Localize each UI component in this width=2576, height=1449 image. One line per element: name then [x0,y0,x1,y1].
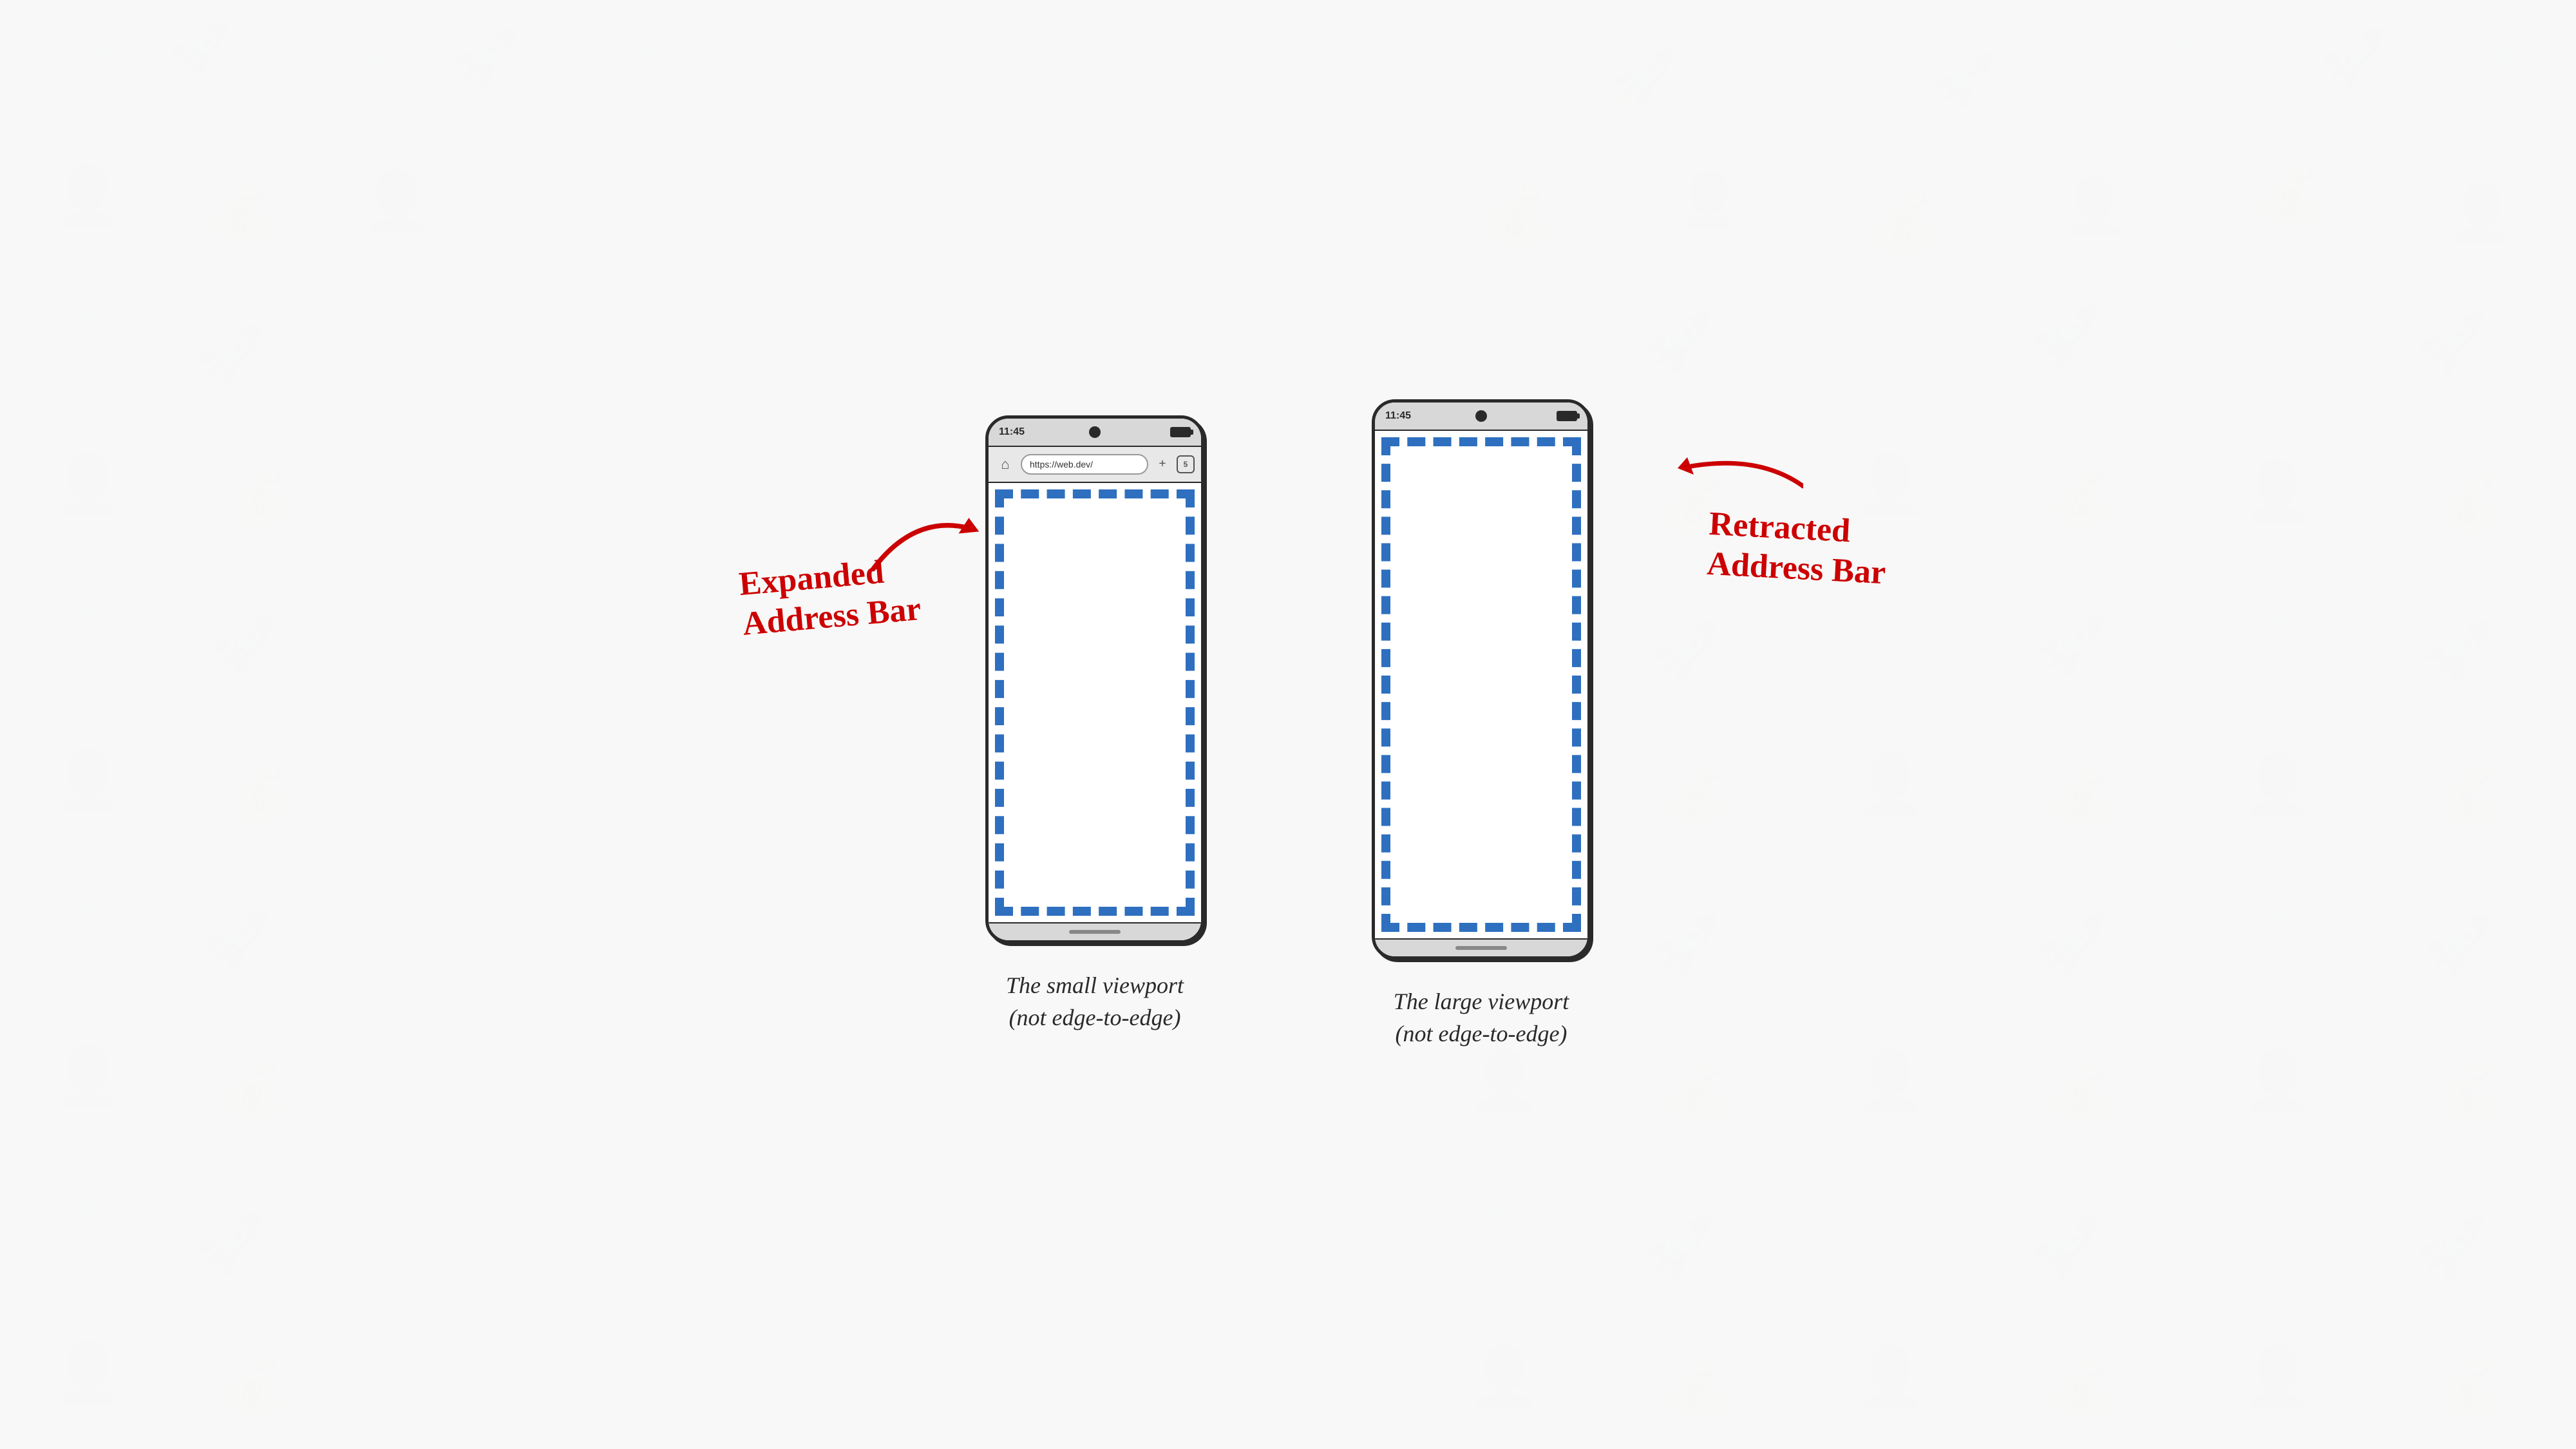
camera-left [1089,426,1101,438]
dashed-border-right [1381,437,1581,932]
battery-left [1170,427,1191,437]
retracted-arrow [1649,435,1803,518]
battery-icon-left [1170,427,1191,437]
phone-body-right [1375,431,1587,938]
home-indicator-left [989,922,1201,940]
phone-left: 11:45 ⌂ https://web.dev/ + 5 [985,415,1204,943]
caption-left: The small viewport (not edge-to-edge) [1006,969,1184,1034]
tab-button-left[interactable]: 5 [1177,455,1195,473]
home-bar-right [1455,946,1507,950]
phone-left-wrapper: Expanded Address Bar 11:45 ⌂ https://we [985,415,1204,1034]
caption-right: The large viewport (not edge-to-edge) [1394,985,1569,1050]
address-bar-left[interactable]: ⌂ https://web.dev/ + 5 [989,447,1201,483]
battery-right [1557,411,1577,421]
time-right: 11:45 [1385,410,1411,422]
dashed-border-left [995,489,1195,916]
phone-body-left [989,483,1201,922]
expanded-arrow [857,473,985,583]
plus-button-left[interactable]: + [1153,455,1171,473]
phone-right-wrapper: Retracted Address Bar 11:45 [1372,399,1591,1050]
url-bar-left[interactable]: https://web.dev/ [1021,454,1148,475]
status-bar-left: 11:45 [989,419,1201,447]
home-button-left[interactable]: ⌂ [995,454,1016,475]
phone-right: 11:45 [1372,399,1591,960]
main-content: Expanded Address Bar 11:45 ⌂ https://we [0,0,2576,1449]
time-left: 11:45 [999,426,1025,438]
home-indicator-right [1375,938,1587,956]
home-bar-left [1069,930,1121,934]
camera-right [1475,410,1487,422]
status-bar-right: 11:45 [1375,402,1587,431]
battery-icon-right [1557,411,1577,421]
